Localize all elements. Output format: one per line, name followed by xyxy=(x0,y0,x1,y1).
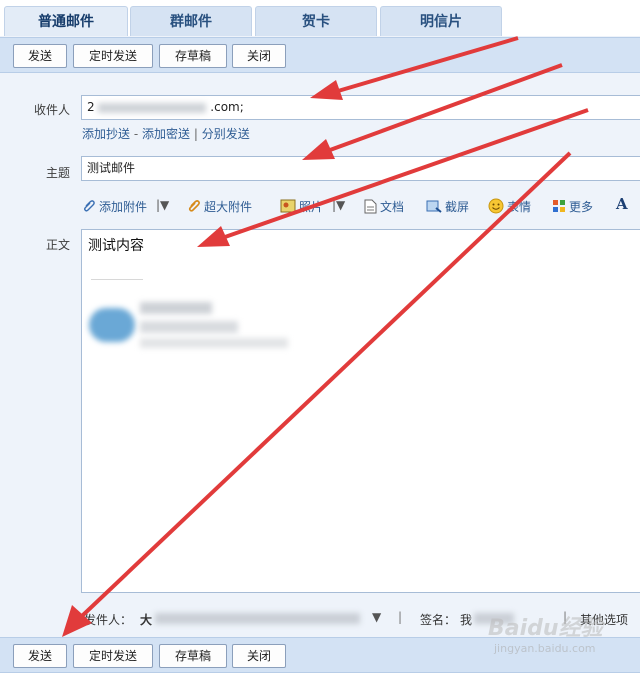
attachment-toolbar: 添加附件 |▼ 超大附件 照片 |▼ 文档 截屏 表情 更多 A xyxy=(80,195,640,218)
signature-divider xyxy=(91,279,143,280)
emoji-button[interactable]: 表情 xyxy=(488,198,531,217)
tab-group-mail[interactable]: 群邮件 xyxy=(130,6,252,36)
separate-send-link[interactable]: 分别发送 xyxy=(202,127,250,141)
close-button[interactable]: 关闭 xyxy=(232,44,286,68)
other-options-link[interactable]: 其他选项 xyxy=(580,611,628,628)
subject-input[interactable]: 测试邮件 xyxy=(81,156,640,181)
link-dash: - xyxy=(133,127,139,141)
save-draft-button[interactable]: 存草稿 xyxy=(159,44,227,68)
signature-value: 我 xyxy=(460,613,473,627)
body-label: 正文 xyxy=(45,238,70,252)
grid-icon xyxy=(552,199,566,216)
body-text: 测试内容 xyxy=(88,238,144,254)
compose-type-tabs: 普通邮件 群邮件 贺卡 明信片 xyxy=(0,0,640,36)
photo-dropdown[interactable]: |▼ xyxy=(332,198,345,212)
attachment-dropdown[interactable]: |▼ xyxy=(156,198,169,212)
signature-redacted xyxy=(474,613,514,624)
screenshot-icon xyxy=(426,199,442,217)
signature-blurred-line xyxy=(140,321,238,333)
footer-separator: | xyxy=(563,610,568,624)
signature-blurred-line xyxy=(140,302,212,314)
sender-redacted xyxy=(155,613,360,624)
subject-label: 主题 xyxy=(45,166,70,180)
send-button[interactable]: 发送 xyxy=(13,644,67,668)
more-label: 更多 xyxy=(569,200,594,214)
recipient-label: 收件人 xyxy=(33,103,70,117)
sender-value: 大 xyxy=(140,613,153,627)
photo-icon xyxy=(280,199,296,216)
recipient-links: 添加抄送 - 添加密送 | 分别发送 xyxy=(82,125,250,142)
photo-button[interactable]: 照片 xyxy=(280,198,323,216)
close-button[interactable]: 关闭 xyxy=(232,644,286,668)
signature-blurred-line xyxy=(140,338,288,348)
footer-separator: | xyxy=(398,610,403,624)
font-format-icon[interactable]: A xyxy=(616,195,628,213)
signature-label: 签名： xyxy=(420,613,457,627)
recipient-prefix: 2 xyxy=(87,100,95,114)
add-bcc-link[interactable]: 添加密送 xyxy=(142,127,190,141)
smiley-icon xyxy=(488,198,504,217)
sender-row: 发件人： 大 ▼ | 签名： 我 | 其他选项 xyxy=(0,605,640,633)
add-attachment-label: 添加附件 xyxy=(99,200,148,214)
send-button[interactable]: 发送 xyxy=(13,44,67,68)
bottom-toolbar: 发送 定时发送 存草稿 关闭 xyxy=(0,637,640,673)
add-cc-link[interactable]: 添加抄送 xyxy=(82,127,130,141)
signature-avatar xyxy=(89,308,135,342)
large-attachment-label: 超大附件 xyxy=(204,200,253,214)
add-attachment-button[interactable]: 添加附件 xyxy=(82,198,147,216)
paperclip-icon xyxy=(82,199,96,216)
recipient-suffix: .com; xyxy=(210,100,244,114)
emoji-label: 表情 xyxy=(507,200,532,214)
document-button[interactable]: 文档 xyxy=(364,198,404,217)
paperclip-icon xyxy=(187,199,201,216)
link-pipe: | xyxy=(193,127,198,141)
save-draft-button[interactable]: 存草稿 xyxy=(159,644,227,668)
body-editor[interactable]: 测试内容 xyxy=(81,229,640,593)
screenshot-label: 截屏 xyxy=(445,200,470,214)
recipient-redacted xyxy=(98,102,207,113)
photo-label: 照片 xyxy=(299,200,324,214)
screenshot-button[interactable]: 截屏 xyxy=(426,198,469,217)
scheduled-send-button[interactable]: 定时发送 xyxy=(73,44,153,68)
tab-postcard[interactable]: 明信片 xyxy=(380,6,502,36)
top-toolbar: 发送 定时发送 存草稿 关闭 xyxy=(0,37,640,73)
more-button[interactable]: 更多 xyxy=(552,198,593,216)
tab-normal-mail[interactable]: 普通邮件 xyxy=(4,6,128,36)
large-attachment-button[interactable]: 超大附件 xyxy=(187,198,252,216)
sender-dropdown-icon[interactable]: ▼ xyxy=(372,610,381,624)
tab-greeting-card[interactable]: 贺卡 xyxy=(255,6,377,36)
document-icon xyxy=(364,199,377,217)
scheduled-send-button[interactable]: 定时发送 xyxy=(73,644,153,668)
document-label: 文档 xyxy=(380,200,405,214)
recipient-field[interactable]: 2 .com; xyxy=(81,95,640,120)
sender-label: 发件人： xyxy=(84,613,133,627)
